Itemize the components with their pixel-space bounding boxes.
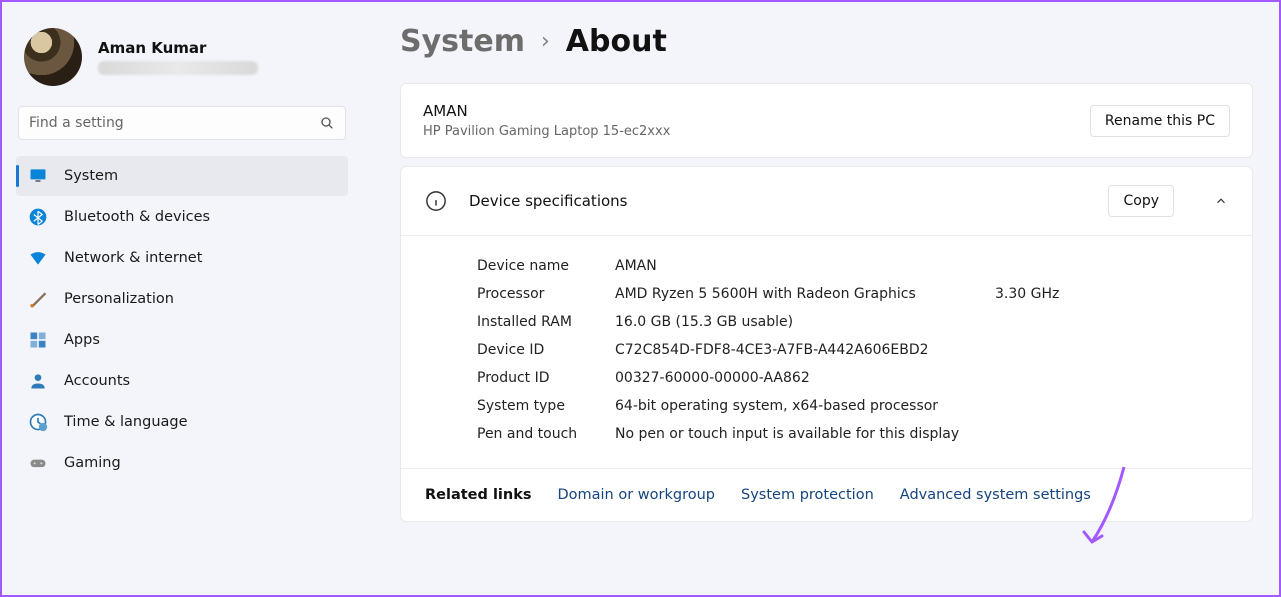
spec-table: Device nameAMANProcessorAMD Ryzen 5 5600… (401, 236, 1252, 468)
display-icon (28, 166, 48, 186)
search-input[interactable] (29, 115, 319, 131)
search-box[interactable] (18, 106, 346, 140)
related-label: Related links (425, 487, 531, 503)
person-icon (28, 371, 48, 391)
nav-list: System Bluetooth & devices Network & inter… (16, 156, 348, 483)
page-title: About (566, 24, 667, 59)
user-email-blurred (98, 61, 258, 75)
spec-row: Installed RAM16.0 GB (15.3 GB usable) (477, 308, 1228, 336)
sidebar-item-network-internet[interactable]: Network & internet (16, 238, 348, 278)
sidebar-item-accounts[interactable]: Accounts (16, 361, 348, 401)
nav-label: Network & internet (64, 250, 202, 266)
related-links-row: Related links Domain or workgroup System… (401, 468, 1252, 521)
bluetooth-icon (28, 207, 48, 227)
section-header[interactable]: Device specifications Copy (401, 167, 1252, 236)
spec-value: 16.0 GB (15.3 GB usable) (615, 314, 995, 330)
user-header[interactable]: Aman Kumar (16, 22, 348, 100)
pc-name: AMAN (423, 102, 670, 120)
info-icon (425, 190, 447, 212)
chevron-up-icon[interactable] (1214, 194, 1228, 208)
spec-row: Pen and touchNo pen or touch input is av… (477, 420, 1228, 448)
nav-label: Bluetooth & devices (64, 209, 210, 225)
main-content: System › About AMAN HP Pavilion Gaming L… (360, 2, 1279, 595)
spec-label: Device ID (477, 342, 615, 358)
sidebar-item-gaming[interactable]: Gaming (16, 443, 348, 483)
spec-row: ProcessorAMD Ryzen 5 5600H with Radeon G… (477, 280, 1228, 308)
spec-row: Device nameAMAN (477, 252, 1228, 280)
brush-icon (28, 289, 48, 309)
spec-label: System type (477, 398, 615, 414)
device-specs-section: Device specifications Copy Device nameAM… (400, 166, 1253, 522)
spec-label: Product ID (477, 370, 615, 386)
sidebar-item-personalization[interactable]: Personalization (16, 279, 348, 319)
wifi-icon (28, 248, 48, 268)
spec-row: Device IDC72C854D-FDF8-4CE3-A7FB-A442A60… (477, 336, 1228, 364)
breadcrumb: System › About (400, 24, 1253, 59)
breadcrumb-parent[interactable]: System (400, 24, 525, 59)
search-icon (319, 115, 335, 131)
spec-value: No pen or touch input is available for t… (615, 426, 995, 442)
spec-value: AMAN (615, 258, 995, 274)
nav-label: Personalization (64, 291, 174, 307)
nav-label: System (64, 168, 118, 184)
avatar (24, 28, 82, 86)
spec-label: Pen and touch (477, 426, 615, 442)
nav-label: Gaming (64, 455, 121, 471)
pc-card: AMAN HP Pavilion Gaming Laptop 15-ec2xxx… (400, 83, 1253, 158)
sidebar-item-time-language[interactable]: Time & language (16, 402, 348, 442)
spec-label: Device name (477, 258, 615, 274)
spec-label: Processor (477, 286, 615, 302)
clock-icon (28, 412, 48, 432)
spec-value: 64-bit operating system, x64-based proce… (615, 398, 995, 414)
spec-extra: 3.30 GHz (995, 286, 1228, 302)
spec-value: C72C854D-FDF8-4CE3-A7FB-A442A606EBD2 (615, 342, 995, 358)
link-advanced-system-settings[interactable]: Advanced system settings (900, 487, 1091, 503)
spec-value: 00327-60000-00000-AA862 (615, 370, 995, 386)
nav-label: Apps (64, 332, 100, 348)
gamepad-icon (28, 453, 48, 473)
rename-pc-button[interactable]: Rename this PC (1090, 105, 1230, 137)
chevron-right-icon: › (541, 29, 550, 54)
spec-label: Installed RAM (477, 314, 615, 330)
spec-value: AMD Ryzen 5 5600H with Radeon Graphics (615, 286, 995, 302)
apps-icon (28, 330, 48, 350)
section-title: Device specifications (469, 192, 1086, 210)
spec-row: Product ID00327-60000-00000-AA862 (477, 364, 1228, 392)
sidebar-item-bluetooth-devices[interactable]: Bluetooth & devices (16, 197, 348, 237)
nav-label: Time & language (64, 414, 188, 430)
pc-model: HP Pavilion Gaming Laptop 15-ec2xxx (423, 124, 670, 139)
sidebar-item-apps[interactable]: Apps (16, 320, 348, 360)
copy-button[interactable]: Copy (1108, 185, 1174, 217)
user-name: Aman Kumar (98, 39, 258, 57)
sidebar-item-system[interactable]: System (16, 156, 348, 196)
link-domain-workgroup[interactable]: Domain or workgroup (557, 487, 715, 503)
link-system-protection[interactable]: System protection (741, 487, 874, 503)
spec-row: System type64-bit operating system, x64-… (477, 392, 1228, 420)
sidebar: Aman Kumar System Bluetooth & devices Netw… (2, 2, 360, 595)
nav-label: Accounts (64, 373, 130, 389)
